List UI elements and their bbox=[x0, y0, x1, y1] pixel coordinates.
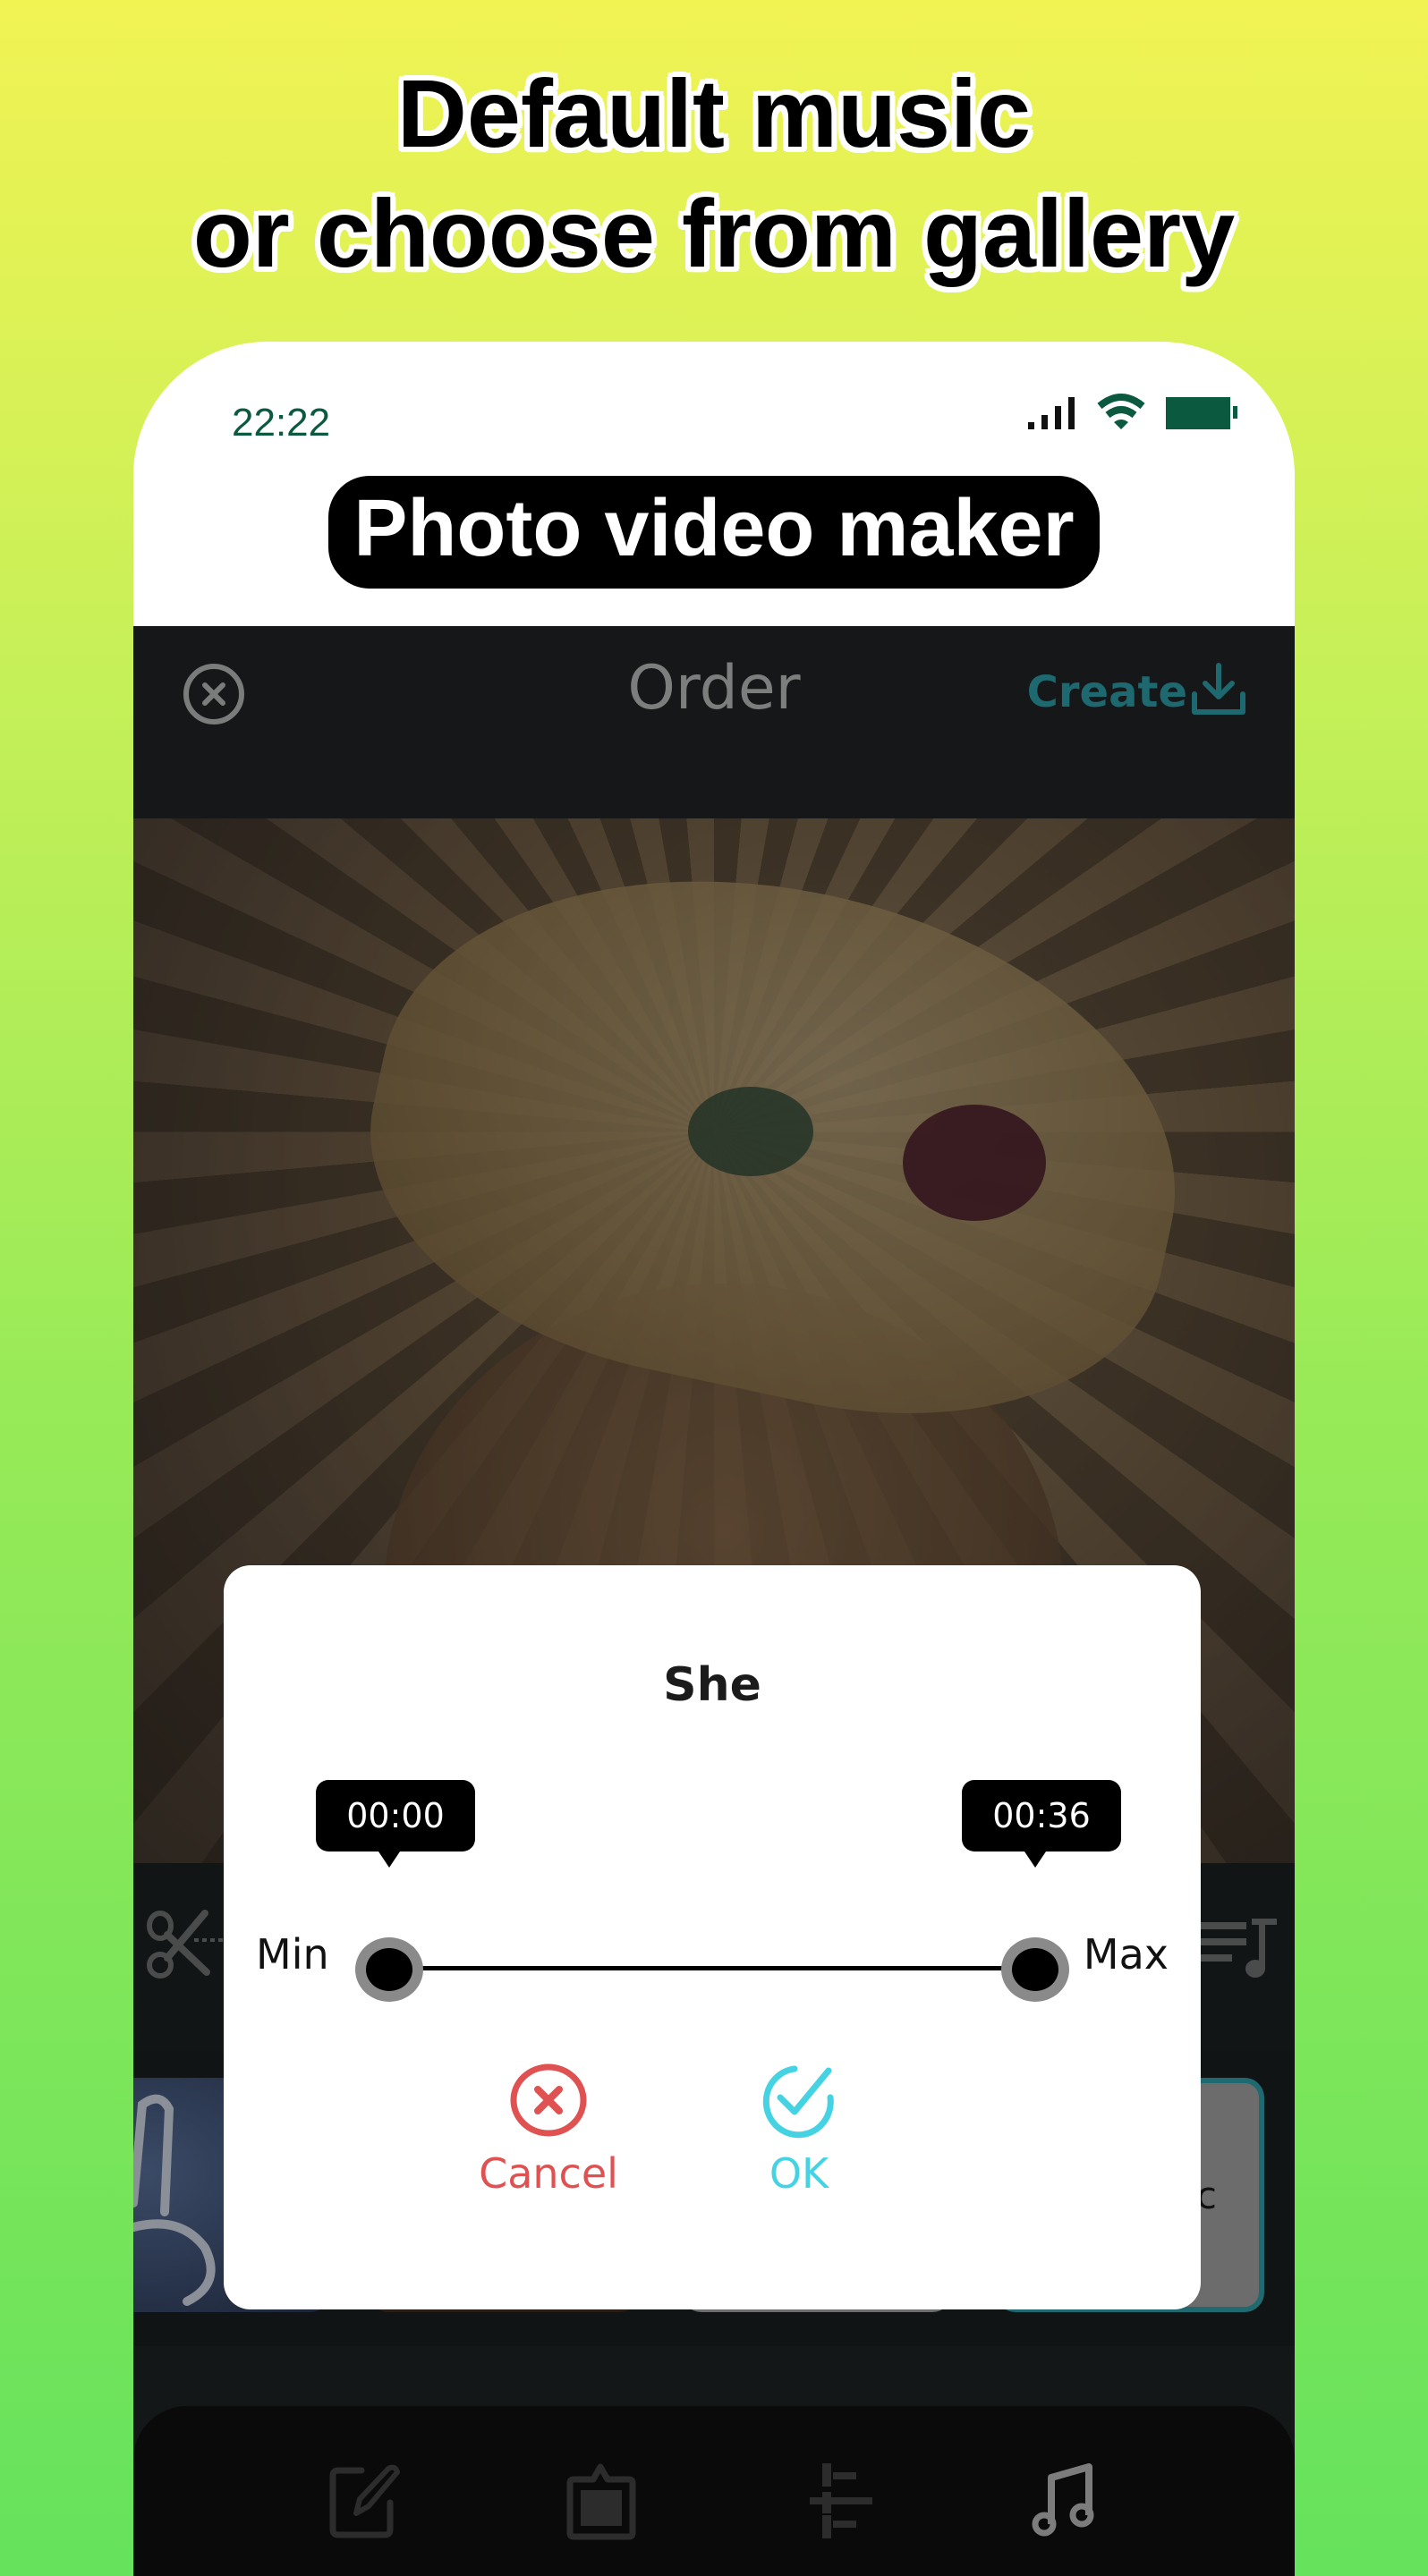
sliders-icon[interactable] bbox=[795, 2460, 876, 2540]
bottom-nav bbox=[133, 2406, 1295, 2576]
battery-icon bbox=[1166, 397, 1237, 429]
download-icon bbox=[1192, 663, 1245, 715]
min-label: Min bbox=[256, 1930, 329, 1979]
cancel-circle-icon bbox=[510, 2063, 587, 2137]
cancel-button[interactable]: Cancel bbox=[459, 2062, 638, 2198]
create-button[interactable]: Create bbox=[1027, 662, 1248, 717]
max-label: Max bbox=[1083, 1930, 1169, 1979]
ok-label: OK bbox=[769, 2149, 829, 2198]
check-circle-icon bbox=[762, 2065, 834, 2139]
signal-icon bbox=[1028, 397, 1075, 429]
dialog-title: She bbox=[663, 1658, 761, 1712]
playlist-music-icon[interactable] bbox=[1196, 1917, 1277, 1979]
wifi-icon bbox=[1097, 394, 1145, 429]
headline-line-1: Default music bbox=[396, 59, 1032, 167]
trim-dialog: She Min Max 00:00 00:36 Cancel OK bbox=[224, 1565, 1201, 2309]
range-track[interactable] bbox=[389, 1966, 1035, 1970]
top-bar: Order Create bbox=[133, 626, 1295, 818]
status-time: 22:22 bbox=[232, 401, 331, 445]
phone-frame: 22:22 Photo video maker Order Create She… bbox=[133, 342, 1295, 2576]
app-label: Photo video maker bbox=[133, 476, 1295, 589]
status-icons bbox=[1026, 394, 1239, 431]
music-note-icon[interactable] bbox=[1028, 2460, 1109, 2540]
range-start-handle[interactable] bbox=[355, 1937, 423, 2002]
app-label-text: Photo video maker bbox=[328, 476, 1100, 589]
start-time-tooltip: 00:00 bbox=[316, 1780, 475, 1868]
dialog-actions: Cancel OK bbox=[224, 2062, 1201, 2223]
create-label: Create bbox=[1026, 667, 1187, 717]
headline-line-2: or choose from gallery bbox=[192, 179, 1236, 287]
edit-icon[interactable] bbox=[326, 2460, 406, 2540]
promo-headline: Default music or choose from gallery bbox=[0, 54, 1428, 293]
end-time-tooltip: 00:36 bbox=[962, 1780, 1121, 1868]
frame-icon[interactable] bbox=[561, 2460, 642, 2540]
cancel-label: Cancel bbox=[479, 2149, 618, 2198]
ok-button[interactable]: OK bbox=[710, 2062, 888, 2198]
range-end-handle[interactable] bbox=[1001, 1937, 1069, 2002]
trim-range-slider[interactable]: Min Max 00:00 00:36 bbox=[224, 1780, 1201, 2002]
app-screen: Order Create She Min Max 00:00 00:36 Can… bbox=[133, 626, 1295, 2576]
status-bar: 22:22 bbox=[133, 342, 1295, 467]
